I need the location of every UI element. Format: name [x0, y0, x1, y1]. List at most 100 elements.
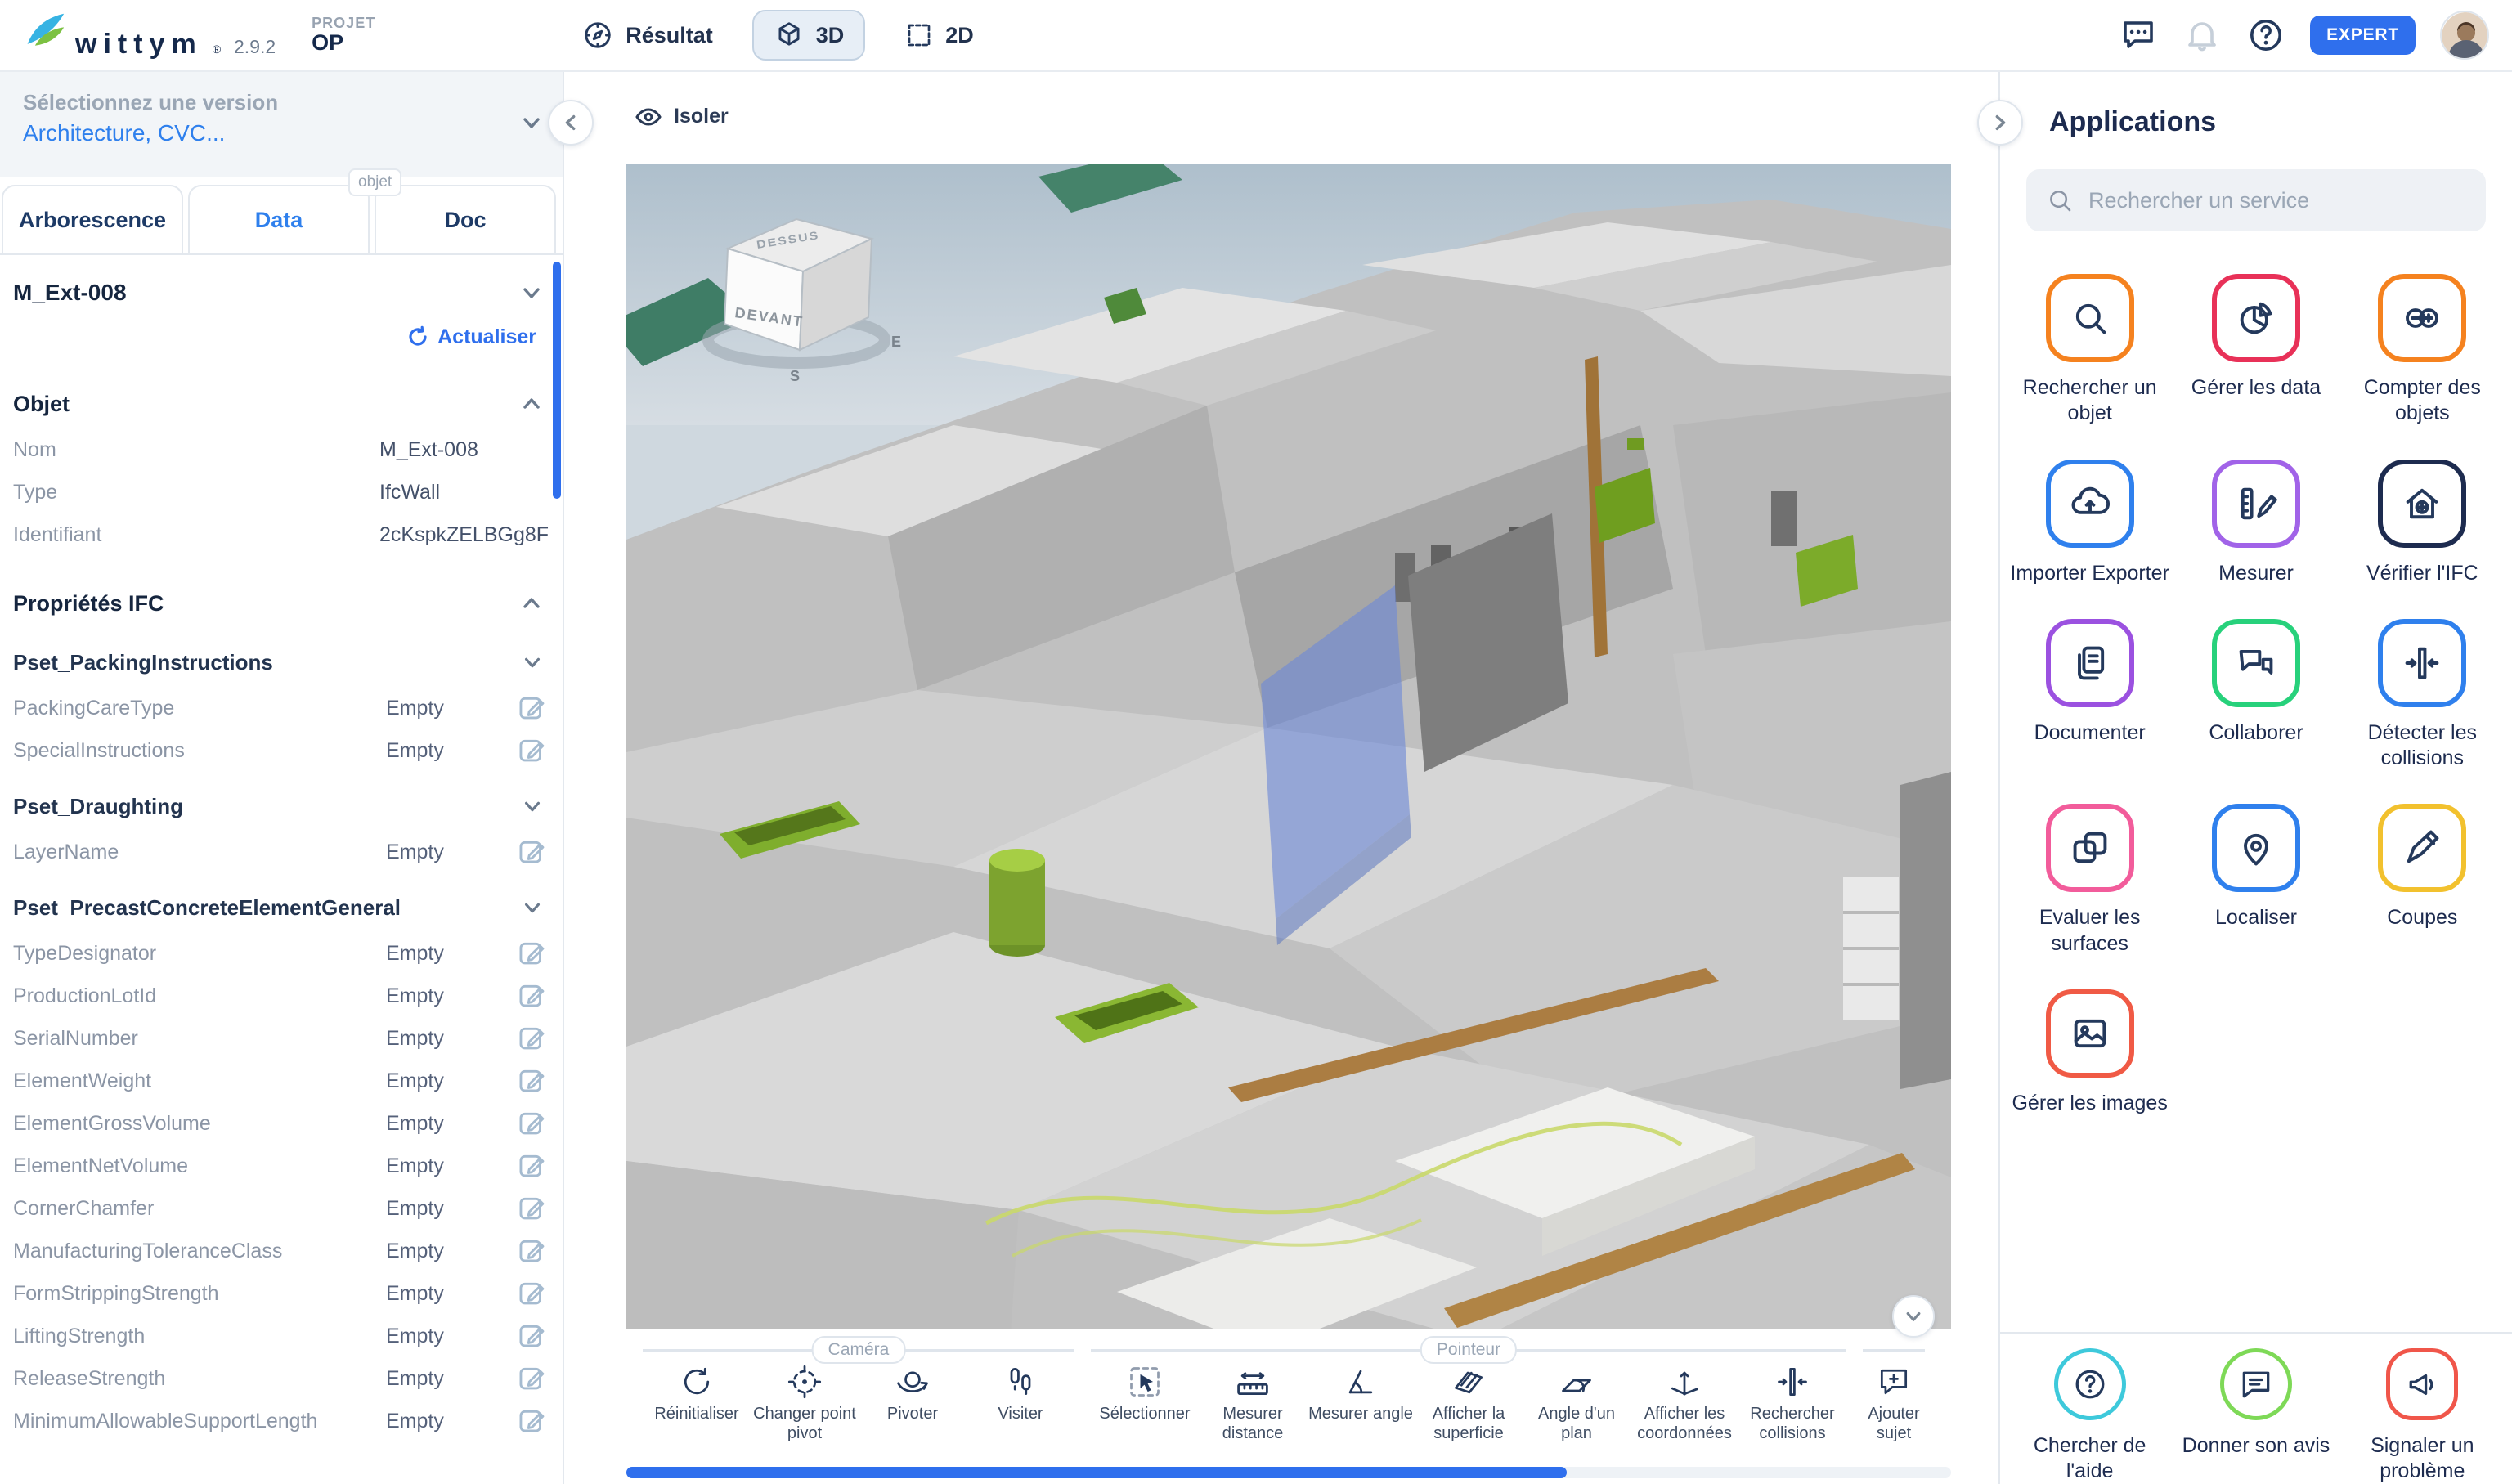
- nav-3d[interactable]: 3D: [752, 10, 866, 61]
- collapse-left-panel-button[interactable]: [548, 100, 594, 146]
- surface-area-icon: [1451, 1364, 1487, 1400]
- property-row: LayerName Empty: [0, 831, 563, 873]
- edit-icon[interactable]: [517, 692, 550, 724]
- project-selector[interactable]: PROJET OP: [312, 16, 375, 54]
- isolate-toggle[interactable]: Isoler: [635, 105, 729, 128]
- tab-arborescence[interactable]: Arborescence: [2, 185, 183, 253]
- property-value: Empty: [386, 739, 507, 763]
- pset-name: Pset_PackingInstructions: [13, 650, 522, 675]
- nav-2d[interactable]: 2D: [891, 11, 987, 60]
- service-search-input[interactable]: [2088, 188, 2466, 213]
- edit-icon[interactable]: [517, 937, 550, 970]
- property-value: Empty: [386, 1069, 507, 1093]
- edit-icon[interactable]: [517, 836, 550, 868]
- user-avatar[interactable]: [2440, 11, 2489, 60]
- app-documenter[interactable]: Documenter: [2010, 619, 2170, 772]
- edit-icon[interactable]: [517, 1022, 550, 1055]
- property-label: TypeDesignator: [13, 942, 386, 966]
- app-compter-objets[interactable]: Compter des objets: [2342, 274, 2502, 427]
- app-mesurer[interactable]: Mesurer: [2176, 460, 2336, 586]
- search-collisions-button[interactable]: Rechercher collisions: [1738, 1364, 1846, 1443]
- add-subject-button[interactable]: Ajouter sujet: [1863, 1364, 1925, 1443]
- chevron-down-icon[interactable]: [522, 897, 543, 918]
- chevron-down-icon[interactable]: [520, 281, 543, 304]
- edit-icon[interactable]: [517, 734, 550, 767]
- plane-angle-button[interactable]: Angle d'un plan: [1523, 1364, 1631, 1443]
- chat-icon[interactable]: [2119, 16, 2158, 55]
- pset-rows: TypeDesignator Empty ProductionLotId Emp…: [0, 932, 563, 1442]
- app-localiser[interactable]: Localiser: [2176, 804, 2336, 957]
- square-2d-icon: [904, 20, 934, 50]
- app-coupes[interactable]: Coupes: [2342, 804, 2502, 957]
- show-surface-button[interactable]: Afficher la superficie: [1415, 1364, 1523, 1443]
- megaphone-icon: [2386, 1348, 2458, 1420]
- bell-icon[interactable]: [2182, 16, 2222, 55]
- 3d-canvas[interactable]: DESSUS DEVANT S E Caméra Réinitialiser: [626, 164, 1951, 1460]
- pset-group-header[interactable]: Pset_Draughting: [0, 782, 563, 831]
- pointer-group-label: Pointeur: [1420, 1336, 1517, 1364]
- version-selector[interactable]: Sélectionnez une version Architecture, C…: [0, 72, 563, 177]
- measure-angle-button[interactable]: Mesurer angle: [1307, 1364, 1415, 1424]
- edit-icon[interactable]: [517, 1107, 550, 1140]
- horizontal-scrollbar-thumb[interactable]: [626, 1467, 1567, 1478]
- collapse-apps-panel-button[interactable]: [1977, 100, 2023, 146]
- section-objet[interactable]: Objet: [0, 379, 563, 428]
- help-icon[interactable]: [2246, 16, 2285, 55]
- rotate-icon: [895, 1364, 931, 1400]
- pset-group-header[interactable]: Pset_PackingInstructions: [0, 638, 563, 687]
- logo-mark: ®: [213, 43, 221, 56]
- collapse-toolbar-button[interactable]: [1892, 1295, 1935, 1338]
- service-search[interactable]: [2026, 169, 2486, 231]
- rotate-button[interactable]: Pivoter: [859, 1364, 967, 1424]
- edit-icon[interactable]: [517, 1192, 550, 1225]
- wittym-bird-icon: [23, 11, 65, 53]
- measure-distance-button[interactable]: Mesurer distance: [1199, 1364, 1307, 1443]
- app-chercher-aide[interactable]: Chercher de l'aide: [2010, 1348, 2170, 1484]
- chevron-up-icon[interactable]: [520, 592, 543, 615]
- app-version: 2.9.2: [234, 36, 276, 58]
- edit-icon[interactable]: [517, 1405, 550, 1437]
- nav-3d-label: 3D: [816, 23, 845, 48]
- tab-data[interactable]: Data: [188, 185, 370, 253]
- nav-resultat[interactable]: Résultat: [568, 9, 726, 61]
- visit-button[interactable]: Visiter: [967, 1364, 1074, 1424]
- edit-icon[interactable]: [517, 1277, 550, 1310]
- property-label: ProductionLotId: [13, 984, 386, 1008]
- horizontal-scrollbar[interactable]: [626, 1467, 1951, 1478]
- app-signaler-probleme[interactable]: Signaler un problème: [2342, 1348, 2502, 1484]
- app-gerer-data[interactable]: Gérer les data: [2176, 274, 2336, 427]
- chevron-down-icon[interactable]: [520, 111, 543, 134]
- section-proprietes-ifc[interactable]: Propriétés IFC: [0, 579, 563, 628]
- expert-badge[interactable]: EXPERT: [2310, 16, 2416, 55]
- select-button[interactable]: Sélectionner: [1091, 1364, 1199, 1424]
- tab-doc[interactable]: Doc: [375, 185, 556, 253]
- chevron-up-icon[interactable]: [520, 392, 543, 415]
- applications-panel: Applications Rechercher un objet Gérer l…: [1998, 72, 2512, 1484]
- edit-icon[interactable]: [517, 1065, 550, 1097]
- chevron-down-icon[interactable]: [522, 652, 543, 673]
- chevron-down-icon[interactable]: [522, 796, 543, 817]
- app-importer-exporter[interactable]: Importer Exporter: [2010, 460, 2170, 586]
- data-pie-icon: [2212, 274, 2300, 362]
- app-evaluer-surfaces[interactable]: Evaluer les surfaces: [2010, 804, 2170, 957]
- edit-icon[interactable]: [517, 1150, 550, 1182]
- app-collaborer[interactable]: Collaborer: [2176, 619, 2336, 772]
- logo[interactable]: wittym® 2.9.2: [23, 11, 276, 61]
- app-rechercher-objet[interactable]: Rechercher un objet: [2010, 274, 2170, 427]
- left-panel-scrollbar[interactable]: [553, 262, 561, 499]
- change-pivot-button[interactable]: Changer point pivot: [751, 1364, 859, 1443]
- edit-icon[interactable]: [517, 1235, 550, 1267]
- edit-icon[interactable]: [517, 980, 550, 1012]
- app-verifier-ifc[interactable]: Vérifier l'IFC: [2342, 460, 2502, 586]
- edit-icon[interactable]: [517, 1362, 550, 1395]
- app-gerer-images[interactable]: Gérer les images: [2010, 989, 2170, 1116]
- app-detecter-collisions[interactable]: Détecter les collisions: [2342, 619, 2502, 772]
- pset-group-header[interactable]: Pset_PrecastConcreteElementGeneral: [0, 883, 563, 932]
- left-panel: Sélectionnez une version Architecture, C…: [0, 72, 564, 1484]
- app-donner-avis[interactable]: Donner son avis: [2176, 1348, 2336, 1484]
- object-header[interactable]: M_Ext-008: [0, 268, 563, 317]
- refresh-button[interactable]: Actualiser: [0, 317, 563, 356]
- show-coordinates-button[interactable]: Afficher les coordonnées: [1631, 1364, 1738, 1443]
- reset-camera-button[interactable]: Réinitialiser: [643, 1364, 751, 1424]
- edit-icon[interactable]: [517, 1320, 550, 1352]
